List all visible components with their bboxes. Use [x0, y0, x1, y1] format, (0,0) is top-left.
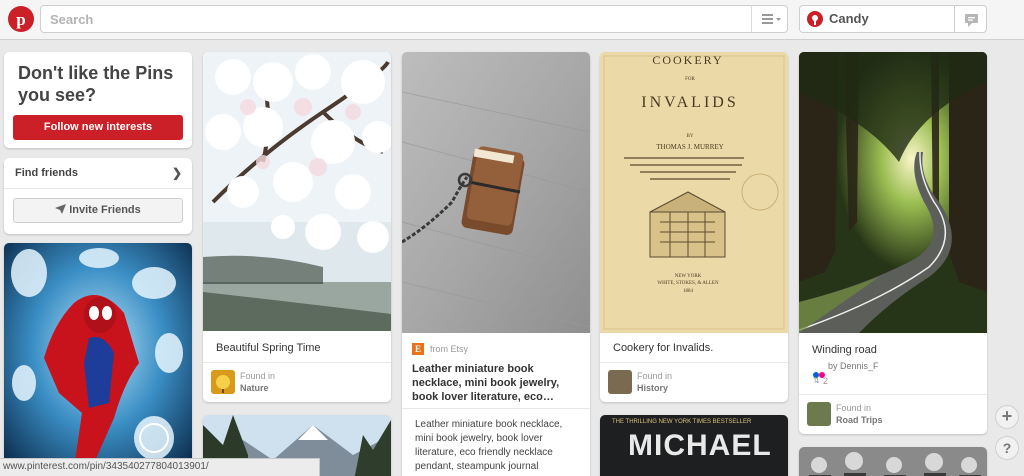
- find-friends-box: Find friends ❯ Invite Friends: [4, 158, 192, 234]
- add-button[interactable]: +: [995, 405, 1019, 429]
- svg-text:1884: 1884: [683, 289, 694, 294]
- top-bar: p Search Candy: [0, 0, 1024, 40]
- divider: [799, 394, 987, 395]
- invite-friends-label: Invite Friends: [69, 204, 141, 216]
- cover-by: BY: [687, 134, 694, 139]
- pin-image: [799, 447, 987, 476]
- pin-image: COOKERY FOR INVALIDS BY THOMAS J. MURREY…: [600, 52, 788, 333]
- found-in-label: Found in: [240, 371, 276, 381]
- pin-caption: Cookery for Invalids.: [613, 342, 714, 354]
- user-profile-button[interactable]: Candy: [799, 5, 955, 33]
- pin-image: [4, 243, 192, 476]
- pin-card-spring-time[interactable]: Beautiful Spring Time Found in Nature: [203, 52, 391, 402]
- found-in-label: Found in: [637, 371, 673, 381]
- pin-title: Leather miniature book necklace, mini bo…: [412, 363, 560, 403]
- pin-card-michael-book[interactable]: THE THRILLING NEW YORK TIMES BESTSELLER …: [600, 415, 788, 476]
- dont-like-title: Don't like the Pins you see?: [18, 63, 174, 105]
- notifications-button[interactable]: [954, 5, 987, 33]
- pin-card-leather-book-necklace[interactable]: E from Etsy Leather miniature book neckl…: [402, 52, 590, 476]
- cover-for: FOR: [685, 77, 695, 82]
- send-icon: [55, 204, 67, 214]
- browser-status-bar: www.pinterest.com/pin/343540277804013901…: [0, 458, 320, 476]
- book-cover-tagline: THE THRILLING NEW YORK TIMES BESTSELLER: [612, 419, 752, 425]
- divider: [203, 362, 391, 363]
- invite-friends-button[interactable]: Invite Friends: [13, 198, 183, 223]
- search-category-menu[interactable]: [751, 6, 787, 32]
- cover-title: COOKERY: [652, 53, 723, 67]
- book-cover-author: MICHAEL: [628, 429, 772, 462]
- found-in-label: Found in: [836, 403, 872, 413]
- notification-icon: [965, 14, 978, 27]
- dont-like-pins-box: Don't like the Pins you see? Follow new …: [4, 52, 192, 148]
- repin-count: 2: [823, 376, 829, 386]
- pin-image: [402, 52, 590, 333]
- board-thumbnail: [211, 370, 235, 394]
- board-name: Nature: [240, 383, 269, 393]
- pinner-name: by Dennis_F: [828, 361, 879, 371]
- board-thumbnail: [608, 370, 632, 394]
- avatar: [807, 11, 823, 27]
- pin-card-crowd[interactable]: [799, 447, 987, 476]
- flickr-icon: [813, 365, 825, 378]
- cover-author: THOMAS J. MURREY: [656, 143, 723, 151]
- pin-image: [203, 52, 391, 331]
- svg-text:WHITE, STOKES, & ALLEN: WHITE, STOKES, & ALLEN: [657, 281, 719, 286]
- find-friends-row[interactable]: Find friends ❯: [4, 158, 192, 189]
- search-input[interactable]: Search: [50, 12, 93, 27]
- pin-description: Leather miniature book necklace, mini bo…: [415, 419, 563, 472]
- divider: [600, 362, 788, 363]
- pin-card-winding-road[interactable]: Winding road by Dennis_F ⇅ 2 Found in Ro…: [799, 52, 987, 434]
- pin-source-label: from Etsy: [430, 344, 469, 354]
- follow-new-interests-button[interactable]: Follow new interests: [13, 115, 183, 140]
- status-url: www.pinterest.com/pin/343540277804013901…: [3, 461, 209, 472]
- divider: [402, 408, 590, 409]
- pin-card-cookery-for-invalids[interactable]: COOKERY FOR INVALIDS BY THOMAS J. MURREY…: [600, 52, 788, 402]
- pin-caption: Beautiful Spring Time: [216, 342, 321, 354]
- pin-caption: Winding road: [812, 344, 877, 356]
- cover-main: INVALIDS: [641, 94, 738, 111]
- chevron-right-icon: ❯: [171, 166, 182, 180]
- board-name: History: [637, 383, 669, 393]
- help-button[interactable]: ?: [995, 436, 1019, 460]
- search-bar[interactable]: Search: [40, 5, 788, 33]
- pin-image: [799, 52, 987, 333]
- etsy-icon: E: [412, 343, 424, 355]
- add-icon: +: [1001, 406, 1013, 426]
- svg-text:p: p: [16, 10, 25, 29]
- user-name: Candy: [829, 11, 869, 26]
- repin-icon: ⇅: [813, 376, 820, 385]
- svg-text:NEW YORK: NEW YORK: [675, 274, 702, 279]
- pin-card-spiderman[interactable]: [4, 243, 192, 476]
- board-name: Road Trips: [836, 415, 883, 425]
- menu-icon: [762, 14, 781, 24]
- help-icon: ?: [1002, 440, 1012, 456]
- pinterest-logo-icon[interactable]: p: [8, 6, 34, 32]
- board-thumbnail: [807, 402, 831, 426]
- find-friends-label: Find friends: [15, 167, 78, 179]
